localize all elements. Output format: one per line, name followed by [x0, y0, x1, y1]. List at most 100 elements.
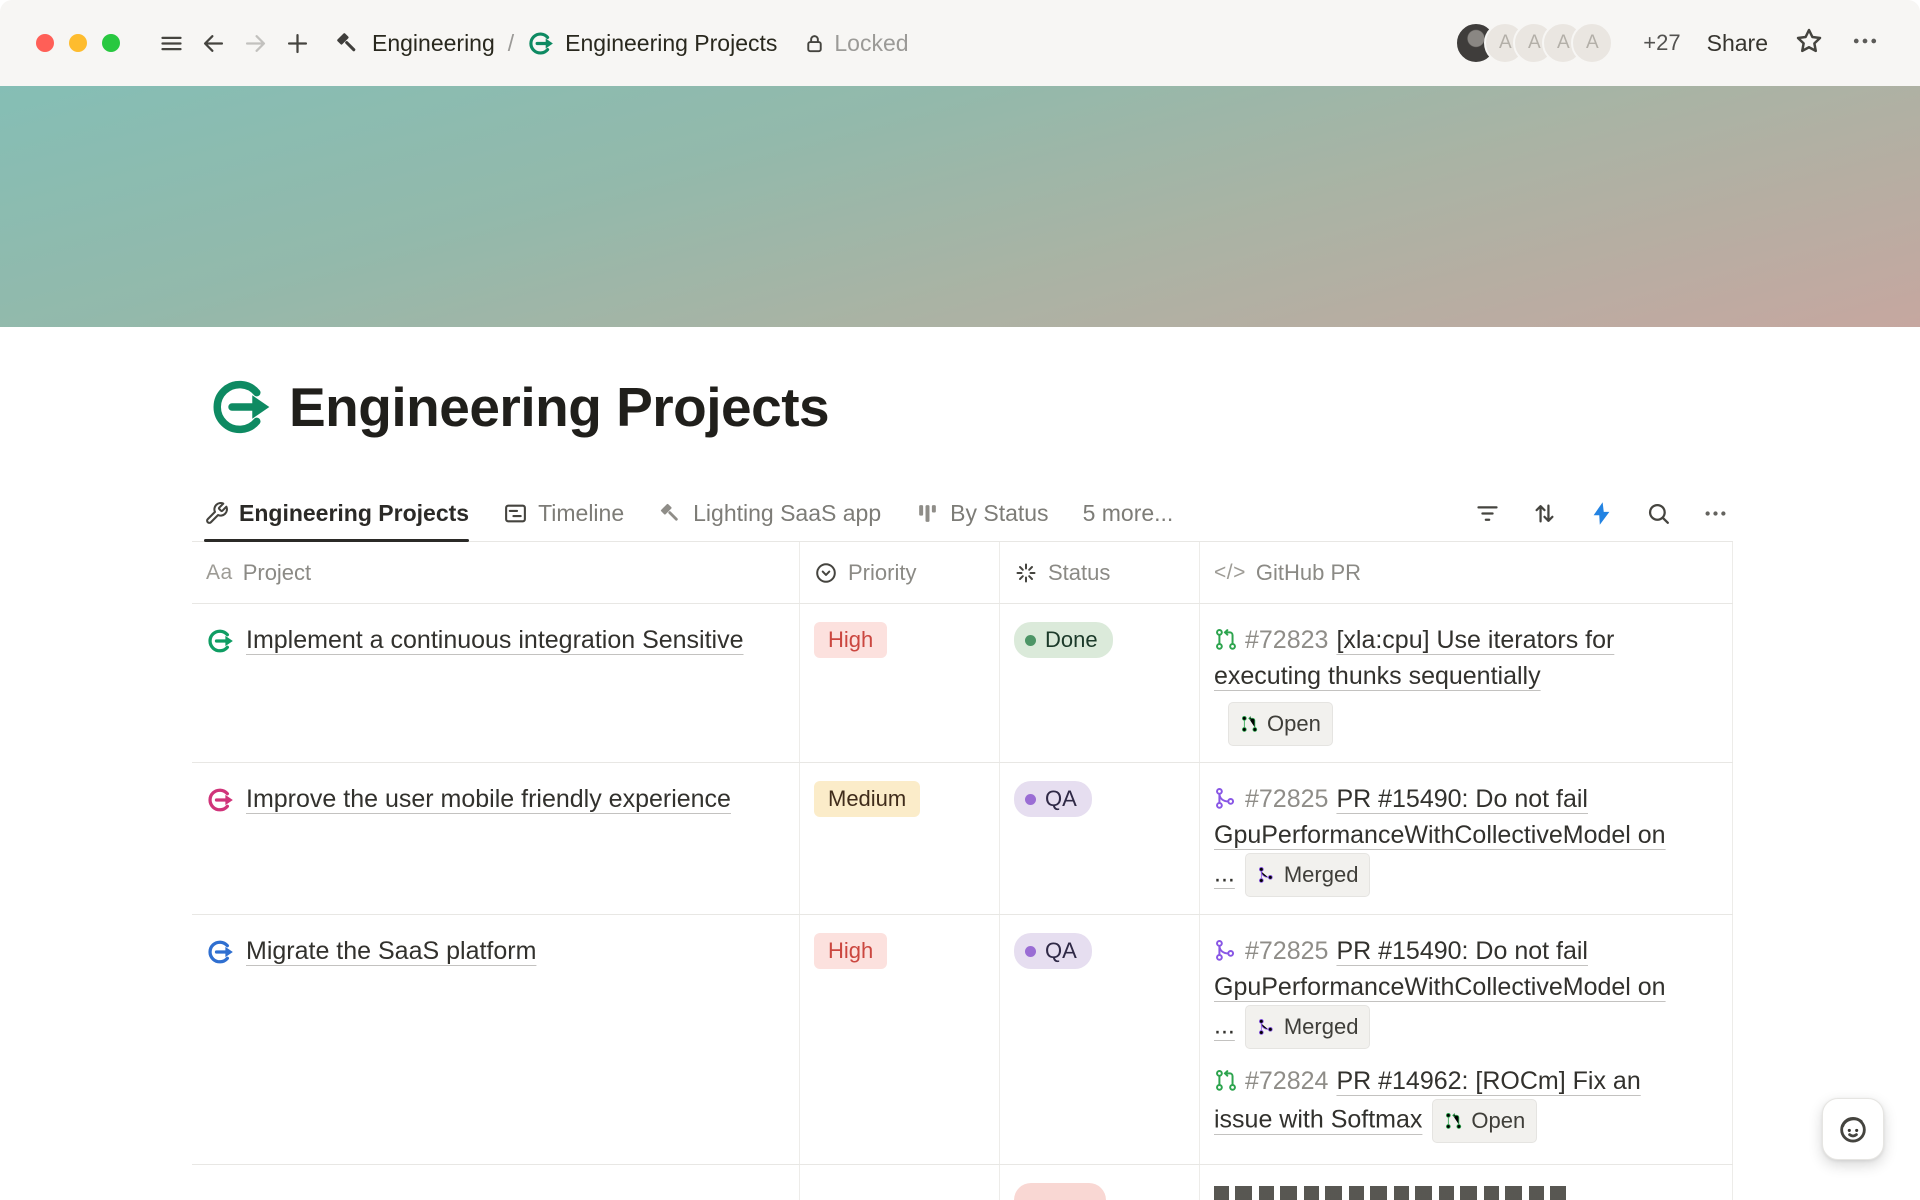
- pull-request-open-icon: [1214, 1068, 1239, 1093]
- filter-icon[interactable]: [1474, 500, 1501, 527]
- tab-lighting-saas-app[interactable]: Lighting SaaS app: [658, 486, 881, 541]
- tab-timeline[interactable]: Timeline: [503, 486, 624, 541]
- github-pr-entry[interactable]: #72825PR #15490: Do not fail GpuPerforma…: [1214, 933, 1684, 1049]
- tab-label: By Status: [950, 500, 1048, 527]
- page-logo-icon: [527, 30, 554, 57]
- favorite-star-button[interactable]: [1794, 26, 1824, 61]
- status-tag[interactable]: Done: [1014, 622, 1113, 658]
- git-merge-icon: [1214, 938, 1239, 963]
- table-row-partial: [192, 1165, 1733, 1200]
- page-cover-image: [0, 86, 1920, 327]
- view-controls: [1474, 486, 1733, 541]
- priority-tag[interactable]: High: [814, 622, 887, 658]
- page-icon-logo[interactable]: [208, 375, 272, 439]
- priority-tag[interactable]: Medium: [814, 781, 920, 817]
- git-merge-icon: [1214, 786, 1239, 811]
- column-header-status[interactable]: Status: [1000, 542, 1200, 603]
- status-tag[interactable]: QA: [1014, 933, 1092, 969]
- status-dot: [1025, 946, 1036, 957]
- github-pr-cell[interactable]: #72825PR #15490: Do not fail GpuPerforma…: [1200, 763, 1733, 914]
- hammer-icon: [658, 501, 683, 526]
- status-cell[interactable]: QA: [1000, 763, 1200, 914]
- project-title-link[interactable]: Migrate the SaaS platform: [246, 933, 536, 969]
- column-header-github-pr[interactable]: </> GitHub PR: [1200, 542, 1733, 603]
- more-options-button[interactable]: [1850, 26, 1880, 61]
- page-title[interactable]: Engineering Projects: [289, 372, 829, 442]
- pr-state-badge: Open: [1432, 1099, 1537, 1143]
- status-property-icon: [1014, 561, 1038, 585]
- traffic-lights: [36, 34, 120, 52]
- tab-label: 5 more...: [1083, 500, 1174, 527]
- page-head: Engineering Projects: [208, 372, 829, 442]
- sort-icon[interactable]: [1531, 500, 1558, 527]
- sidebar-toggle-button[interactable]: [150, 22, 192, 64]
- column-header-project[interactable]: Aa Project: [192, 542, 800, 603]
- table-row: Improve the user mobile friendly experie…: [192, 763, 1733, 915]
- teamspace-hammer-icon: [334, 30, 361, 57]
- github-pr-cell[interactable]: #72823[xla:cpu] Use iterators for execut…: [1200, 604, 1733, 762]
- avatar-stack[interactable]: A A A A: [1455, 22, 1613, 64]
- avatar-overflow-count[interactable]: +27: [1643, 30, 1680, 56]
- table-header: Aa Project Priority Status </> GitHub PR: [192, 542, 1733, 604]
- close-window-button[interactable]: [36, 34, 54, 52]
- share-button[interactable]: Share: [1707, 30, 1768, 57]
- project-logo-icon: [206, 627, 234, 655]
- back-button[interactable]: [192, 22, 234, 64]
- lock-icon: [803, 32, 826, 55]
- titlebar-actions: A A A A +27 Share: [1455, 22, 1880, 64]
- title-property-icon: Aa: [206, 561, 233, 585]
- status-tag[interactable]: QA: [1014, 781, 1092, 817]
- select-property-icon: [814, 561, 838, 585]
- status-cell[interactable]: QA: [1000, 915, 1200, 1164]
- search-icon[interactable]: [1645, 500, 1672, 527]
- priority-tag[interactable]: High: [814, 933, 887, 969]
- table-row: Implement a continuous integration Sensi…: [192, 604, 1733, 763]
- pull-request-open-icon: [1444, 1111, 1464, 1131]
- pr-state-badge: Merged: [1245, 853, 1371, 897]
- tab-more-views[interactable]: 5 more...: [1083, 486, 1174, 541]
- github-text-fragment: [1214, 1186, 1566, 1200]
- view-options-icon[interactable]: [1702, 500, 1729, 527]
- column-header-priority[interactable]: Priority: [800, 542, 1000, 603]
- notion-ai-button[interactable]: [1822, 1098, 1884, 1160]
- pull-request-open-icon: [1214, 627, 1239, 652]
- priority-cell[interactable]: High: [800, 915, 1000, 1164]
- priority-cell[interactable]: High: [800, 604, 1000, 762]
- minimize-window-button[interactable]: [69, 34, 87, 52]
- tab-label: Timeline: [538, 500, 624, 527]
- pr-state-badge: Merged: [1245, 1005, 1371, 1049]
- zoom-window-button[interactable]: [102, 34, 120, 52]
- breadcrumb: Engineering / Engineering Projects: [334, 30, 777, 57]
- avatar[interactable]: A: [1571, 22, 1613, 64]
- ai-face-icon: [1836, 1112, 1870, 1146]
- tab-label: Engineering Projects: [239, 500, 469, 527]
- git-merge-icon: [1257, 1017, 1277, 1037]
- priority-cell[interactable]: Medium: [800, 763, 1000, 914]
- github-pr-entry[interactable]: #72825PR #15490: Do not fail GpuPerforma…: [1214, 781, 1684, 897]
- timeline-icon: [503, 501, 528, 526]
- breadcrumb-current[interactable]: Engineering Projects: [565, 30, 777, 57]
- database-table: Aa Project Priority Status </> GitHub PR…: [192, 542, 1733, 1200]
- status-tag-fragment: [1014, 1183, 1106, 1200]
- status-cell[interactable]: Done: [1000, 604, 1200, 762]
- project-logo-icon: [206, 938, 234, 966]
- breadcrumb-parent[interactable]: Engineering: [372, 30, 495, 57]
- tab-engineering-projects[interactable]: Engineering Projects: [204, 486, 469, 541]
- github-pr-entry[interactable]: #72824PR #14962: [ROCm] Fix an issue wit…: [1214, 1063, 1684, 1143]
- locked-indicator[interactable]: Locked: [803, 30, 908, 57]
- project-title-link[interactable]: Implement a continuous integration Sensi…: [246, 622, 744, 658]
- locked-label: Locked: [834, 30, 908, 57]
- github-pr-entry[interactable]: #72823[xla:cpu] Use iterators for execut…: [1214, 622, 1684, 746]
- github-pr-cell[interactable]: #72825PR #15490: Do not fail GpuPerforma…: [1200, 915, 1733, 1164]
- automations-bolt-icon[interactable]: [1588, 500, 1615, 527]
- tab-label: Lighting SaaS app: [693, 500, 881, 527]
- git-merge-icon: [1257, 865, 1277, 885]
- forward-button[interactable]: [234, 22, 276, 64]
- view-tabs-bar: Engineering Projects Timeline Lighting S…: [192, 486, 1733, 542]
- status-dot: [1025, 635, 1036, 646]
- pr-state-badge: Open: [1228, 702, 1333, 746]
- new-tab-button[interactable]: [276, 22, 318, 64]
- code-property-icon: </>: [1214, 561, 1246, 585]
- tab-by-status[interactable]: By Status: [915, 486, 1048, 541]
- project-title-link[interactable]: Improve the user mobile friendly experie…: [246, 781, 731, 817]
